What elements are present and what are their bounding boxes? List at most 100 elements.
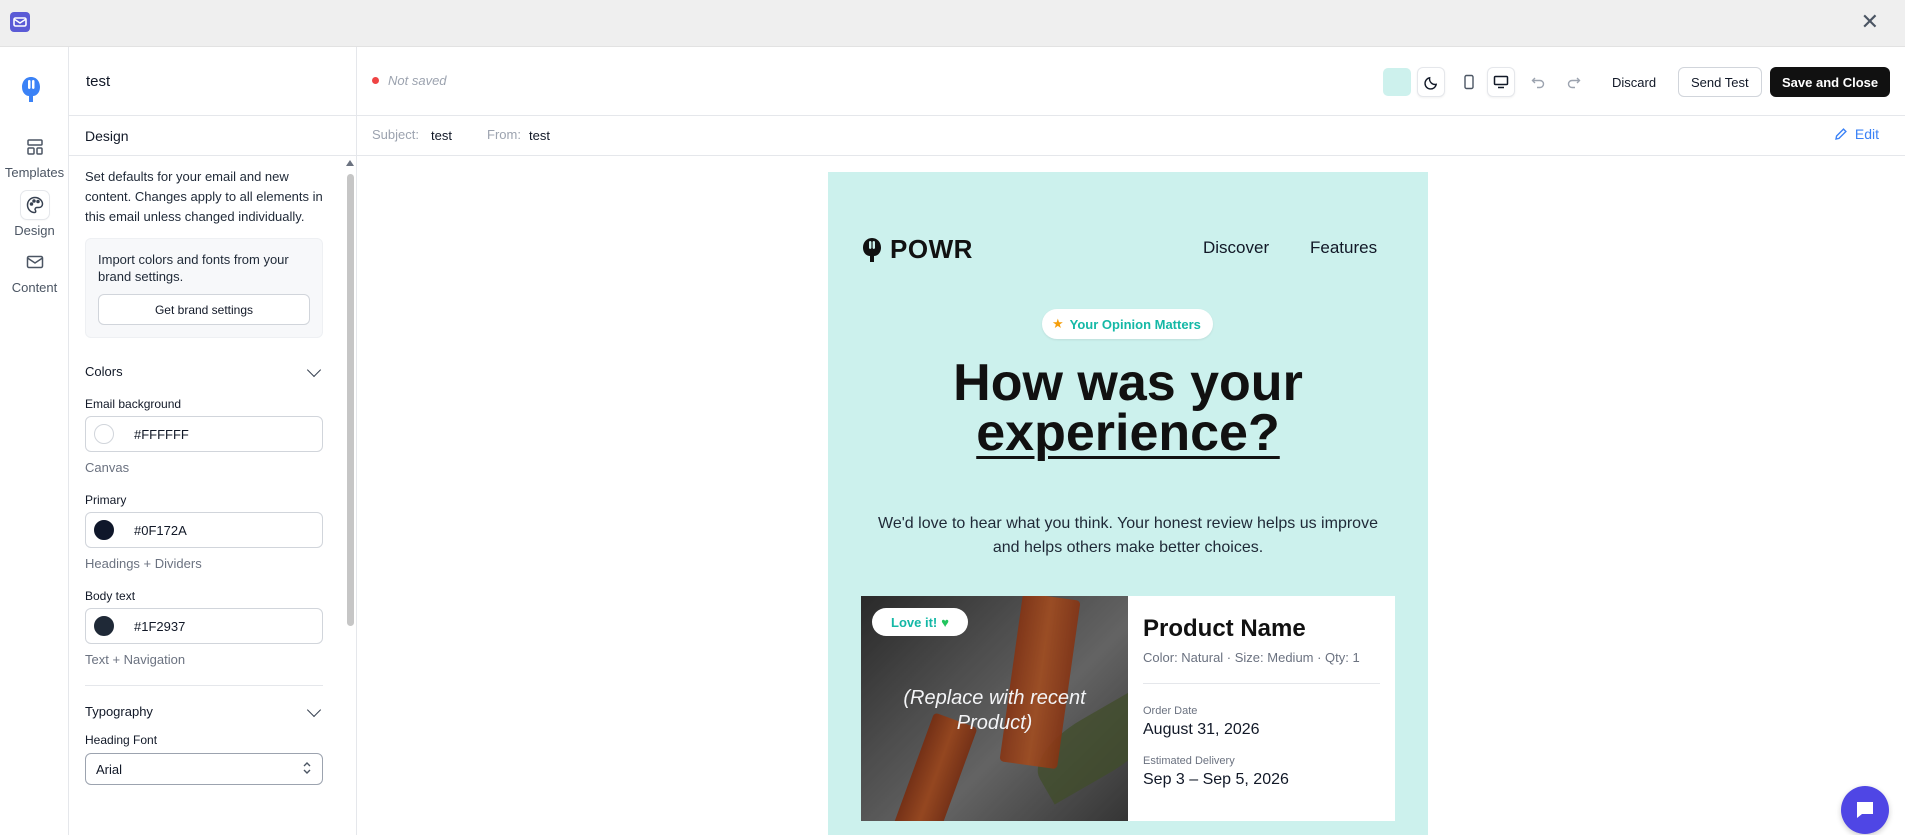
product-info: Product Name Color: Natural · Size: Medi…: [1143, 596, 1380, 789]
rail-item-label: Design: [14, 223, 55, 238]
color-swatch[interactable]: [94, 424, 114, 444]
close-icon[interactable]: ✕: [1861, 10, 1879, 34]
chevron-down-icon: [306, 362, 322, 377]
background-color-chip[interactable]: [1383, 68, 1411, 96]
product-name: Product Name: [1143, 615, 1306, 642]
email-canvas: POWR Discover Features ★ Your Opinion Ma…: [357, 156, 1905, 835]
product-meta: Color: Natural · Size: Medium · Qty: 1: [1143, 650, 1360, 665]
email-name[interactable]: test: [69, 47, 356, 116]
product-card[interactable]: (Replace with recent Product) Love it! ♥…: [861, 596, 1395, 821]
love-it-label: Love it!: [891, 614, 938, 630]
delivery-label: Estimated Delivery: [1143, 755, 1235, 767]
left-rail: Templates Design Content: [0, 47, 69, 835]
email-brand-name: POWR: [890, 234, 973, 264]
email-body-text[interactable]: We'd love to hear what you think. Your h…: [868, 512, 1388, 560]
email-background-field[interactable]: #FFFFFF: [85, 416, 323, 452]
edit-subject-button[interactable]: Edit: [1834, 126, 1879, 142]
save-and-close-button[interactable]: Save and Close: [1770, 67, 1891, 97]
app-logo-icon: [10, 12, 30, 32]
primary-caption: Headings + Dividers: [85, 556, 202, 571]
edit-label: Edit: [1854, 126, 1879, 142]
get-brand-settings-button[interactable]: Get brand settings: [98, 294, 310, 325]
unsaved-dot-icon: [372, 77, 379, 84]
undo-icon[interactable]: [1524, 67, 1552, 97]
colors-heading: Colors: [85, 364, 123, 379]
body-text-color-value: #1F2937: [134, 618, 186, 634]
order-date-value: August 31, 2026: [1143, 721, 1260, 738]
send-test-button[interactable]: Send Test: [1678, 67, 1762, 97]
panel-scrollbar[interactable]: [346, 160, 354, 835]
rail-item-design[interactable]: Design: [0, 191, 69, 238]
rail-item-label: Templates: [4, 165, 65, 180]
body-text-caption: Text + Navigation: [85, 652, 186, 667]
from-label: From:: [487, 127, 521, 142]
typography-section-toggle[interactable]: Typography: [85, 702, 323, 719]
delivery-value: Sep 3 – Sep 5, 2026: [1143, 771, 1289, 788]
chat-support-button[interactable]: [1841, 786, 1889, 834]
product-divider: [1143, 683, 1380, 684]
brand-settings-text: Import colors and fonts from your brand …: [98, 252, 289, 284]
body-text-label: Body text: [85, 589, 136, 603]
opinion-pill[interactable]: ★ Your Opinion Matters: [1042, 309, 1213, 339]
email-brand-logo[interactable]: POWR: [861, 234, 973, 265]
powr-logo-icon: [863, 237, 881, 262]
rail-item-templates[interactable]: Templates: [0, 133, 69, 180]
email-background-caption: Canvas: [85, 460, 130, 475]
star-icon: ★: [1052, 316, 1064, 331]
color-swatch[interactable]: [94, 616, 114, 636]
chevron-down-icon: [306, 702, 322, 717]
primary-color-field[interactable]: #0F172A: [85, 512, 323, 548]
editor-toolbar: Not saved Discard Send Test Save and Clo…: [357, 47, 1905, 116]
email-nav-features[interactable]: Features: [1310, 238, 1377, 258]
desktop-view-icon[interactable]: [1487, 67, 1515, 97]
green-heart-icon: ♥: [941, 614, 949, 630]
image-placeholder-text: (Replace with recent Product): [903, 687, 1086, 734]
email-headline-line-2[interactable]: experience?: [828, 407, 1428, 459]
email-preview[interactable]: POWR Discover Features ★ Your Opinion Ma…: [828, 172, 1428, 835]
brand-settings-box: Import colors and fonts from your brand …: [85, 238, 323, 338]
email-background-value: #FFFFFF: [134, 426, 189, 442]
color-swatch[interactable]: [94, 520, 114, 540]
order-date-label: Order Date: [1143, 705, 1198, 717]
body-text-color-field[interactable]: #1F2937: [85, 608, 323, 644]
powr-logo-icon: [19, 74, 43, 104]
scroll-thumb[interactable]: [347, 174, 354, 626]
section-divider: [85, 685, 323, 686]
chat-icon: [1857, 802, 1873, 818]
from-value: test: [529, 128, 550, 143]
typography-heading: Typography: [85, 704, 153, 719]
heading-font-label: Heading Font: [85, 733, 158, 747]
subject-value: test: [431, 128, 452, 143]
email-nav-discover[interactable]: Discover: [1203, 238, 1269, 258]
subject-label: Subject:: [372, 127, 419, 142]
love-it-badge: Love it! ♥: [872, 608, 968, 636]
email-background-label: Email background: [85, 397, 182, 411]
save-status-text: Not saved: [388, 73, 447, 88]
design-description: Set defaults for your email and new cont…: [85, 169, 323, 224]
panel-body: Set defaults for your email and new cont…: [69, 156, 339, 785]
colors-section-toggle[interactable]: Colors: [85, 362, 323, 379]
opinion-pill-label: Your Opinion Matters: [1069, 316, 1201, 332]
rail-item-label: Content: [11, 280, 58, 295]
palette-icon: [20, 191, 49, 219]
heading-font-select[interactable]: Arial: [85, 753, 323, 785]
product-image[interactable]: (Replace with recent Product) Love it! ♥: [861, 596, 1128, 821]
mobile-view-icon[interactable]: [1455, 67, 1483, 97]
window-titlebar: ✕: [0, 0, 1905, 47]
heading-font-value: Arial: [96, 761, 123, 777]
email-headline-line-1[interactable]: How was your: [828, 357, 1428, 409]
primary-color-value: #0F172A: [134, 522, 187, 538]
scroll-up-icon[interactable]: [346, 160, 354, 166]
save-status: Not saved: [372, 73, 447, 88]
pencil-icon: [1834, 128, 1847, 140]
design-panel: test Design Set defaults for your email …: [69, 47, 357, 835]
dark-mode-icon[interactable]: [1417, 67, 1445, 97]
discard-button[interactable]: Discard: [1602, 67, 1666, 97]
subject-bar: Subject: test From: test Edit: [357, 116, 1905, 156]
primary-label: Primary: [85, 493, 127, 507]
rail-item-content[interactable]: Content: [0, 248, 69, 295]
layout-icon: [21, 133, 49, 161]
panel-section-title: Design: [69, 116, 356, 156]
redo-icon[interactable]: [1560, 67, 1588, 97]
select-arrows-icon: [302, 761, 312, 778]
